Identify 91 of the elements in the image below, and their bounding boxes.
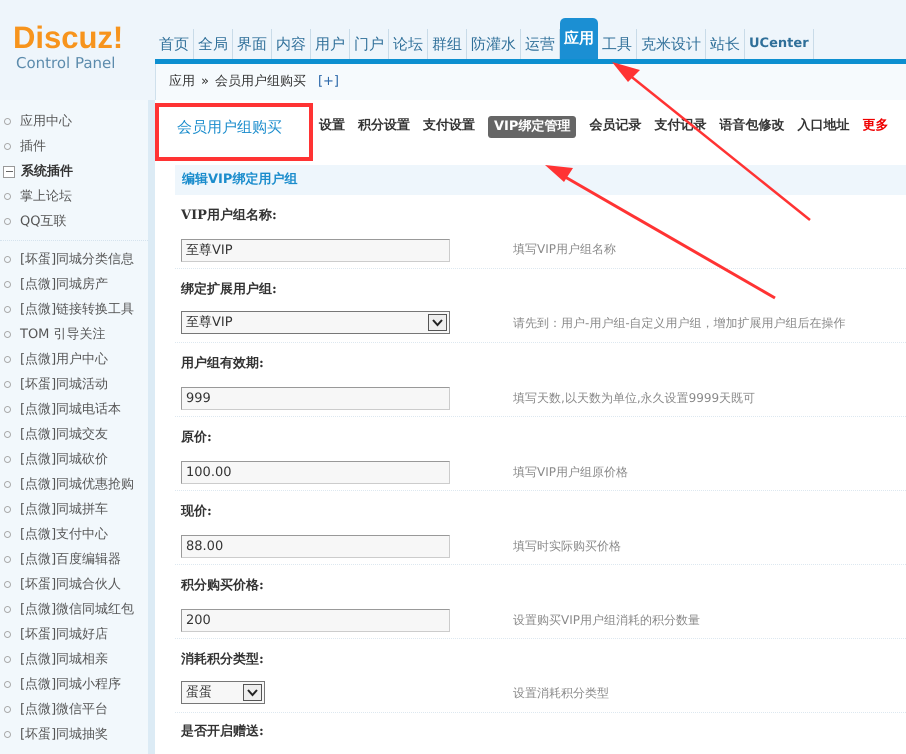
- tab[interactable]: 入口地址: [797, 116, 850, 136]
- field-hint: 请先到：用户-用户组-自定义用户组，增加扩展用户组后在操作: [513, 314, 846, 332]
- field-hint: 设置购买VIP用户组消耗的积分数量: [513, 612, 700, 628]
- field-hint: 设置消耗积分类型: [513, 684, 609, 702]
- bullet-icon: [4, 381, 11, 388]
- sidebar-item[interactable]: [点微]同城电话本: [20, 400, 122, 420]
- bullet-icon: [4, 356, 11, 363]
- sidebar-item[interactable]: [点微]同城房产: [20, 274, 108, 294]
- sidebar-item[interactable]: 插件: [20, 136, 46, 156]
- sidebar-item[interactable]: [坏蛋]同城好店: [20, 624, 108, 644]
- sidebar-item[interactable]: [点微]链接转换工具: [20, 300, 134, 320]
- field-hint: 填写时实际购买价格: [513, 538, 621, 554]
- field-label: 绑定扩展用户组:: [181, 280, 278, 300]
- bullet-icon: [4, 193, 11, 200]
- sidebar-item[interactable]: [点微]用户中心: [20, 350, 108, 370]
- tab[interactable]: 会员记录: [589, 116, 642, 136]
- sidebar-item[interactable]: [点微]同城砍价: [20, 450, 108, 470]
- sidebar-item[interactable]: [点微]同城相亲: [20, 650, 108, 670]
- add-link[interactable]: [+]: [318, 72, 340, 92]
- bullet-icon: [4, 306, 11, 313]
- sidebar-item[interactable]: [坏蛋]同城合伙人: [20, 574, 122, 594]
- bullet-icon: [4, 118, 11, 125]
- sidebar-item[interactable]: 应用中心: [20, 112, 72, 132]
- sidebar-item[interactable]: [点微]微信同城红包: [20, 600, 134, 620]
- breadcrumb-text: 应用: [169, 73, 195, 92]
- sidebar-item[interactable]: [点微]同城拼车: [20, 500, 108, 520]
- sidebar-item[interactable]: [点微]微信平台: [20, 700, 108, 720]
- bullet-icon: [4, 731, 11, 738]
- tab[interactable]: 设置: [319, 116, 345, 136]
- bullet-icon: [4, 218, 11, 225]
- bullet-icon: [4, 481, 11, 488]
- sidebar-item[interactable]: [坏蛋]同城分类信息: [20, 250, 134, 270]
- bullet-icon: [4, 431, 11, 438]
- field-label: 原价:: [181, 429, 213, 448]
- collapse-icon: [3, 166, 15, 178]
- bullet-icon: [4, 531, 11, 538]
- plugin-title: 会员用户组购买: [177, 117, 282, 138]
- select-field[interactable]: 蛋蛋: [181, 681, 265, 704]
- bullet-icon: [4, 631, 11, 638]
- sidebar-item[interactable]: [坏蛋]同城抽奖: [20, 724, 108, 744]
- bullet-icon: [4, 456, 11, 463]
- bullet-icon: [4, 506, 11, 513]
- sidebar-item[interactable]: QQ互联: [20, 212, 66, 232]
- sidebar-item[interactable]: [坏蛋]同城活动: [20, 374, 108, 394]
- field-label: 用户组有效期:: [181, 354, 265, 374]
- dropdown-caret-icon: [243, 684, 262, 701]
- field-hint: 填写天数,以天数为单位,永久设置9999天既可: [513, 390, 756, 406]
- sidebar-item[interactable]: [点微]支付中心: [20, 524, 108, 544]
- tab[interactable]: 支付设置: [423, 116, 475, 136]
- field-label: 消耗积分类型:: [181, 651, 265, 670]
- breadcrumb-text: 会员用户组购买: [214, 73, 306, 92]
- select-field[interactable]: 至尊VIP: [181, 311, 450, 334]
- sidebar-group[interactable]: 系统插件: [21, 162, 73, 182]
- input-field[interactable]: 200: [181, 609, 450, 632]
- bullet-icon: [4, 656, 11, 663]
- sidebar-item[interactable]: [点微]同城交友: [20, 424, 108, 444]
- tab[interactable]: 积分设置: [358, 116, 410, 136]
- breadcrumb-text: »: [201, 73, 209, 92]
- bullet-icon: [4, 556, 11, 563]
- input-field[interactable]: 至尊VIP: [181, 238, 450, 262]
- sidebar-item[interactable]: [点微]同城优惠抢购: [20, 474, 134, 494]
- tab[interactable]: 更多: [862, 116, 888, 136]
- bullet-icon: [4, 281, 11, 288]
- field-hint: 填写VIP用户组原价格: [513, 464, 628, 480]
- bullet-icon: [4, 143, 11, 150]
- bullet-icon: [4, 581, 11, 588]
- field-label: 是否开启赠送:: [181, 722, 265, 742]
- input-field[interactable]: 88.00: [181, 535, 450, 558]
- input-field[interactable]: 999: [181, 387, 450, 410]
- bullet-icon: [4, 406, 11, 413]
- dropdown-caret-icon: [428, 314, 447, 331]
- tab[interactable]: VIP绑定管理: [488, 116, 576, 138]
- sidebar-item[interactable]: [点微]同城小程序: [20, 674, 122, 694]
- tab[interactable]: 语音包修改: [719, 116, 784, 136]
- sidebar-item[interactable]: TOM 引导关注: [20, 324, 106, 344]
- bullet-icon: [4, 331, 11, 338]
- field-hint: 填写VIP用户组名称: [513, 241, 616, 258]
- bullet-icon: [4, 256, 11, 263]
- logo-title: Discuz!: [13, 22, 124, 54]
- section-title: 编辑VIP绑定用户组: [182, 170, 298, 190]
- field-label: 现价:: [181, 503, 213, 522]
- logo-subtitle: Control Panel: [15, 54, 116, 72]
- field-label: 积分购买价格:: [181, 577, 265, 596]
- field-label: VIP用户组名称:: [181, 206, 278, 226]
- input-field[interactable]: 100.00: [181, 461, 450, 484]
- nav-tab[interactable]: 应用: [560, 18, 598, 59]
- sidebar-item[interactable]: [点微]百度编辑器: [20, 550, 122, 570]
- bullet-icon: [4, 681, 11, 688]
- bullet-icon: [4, 706, 11, 713]
- bullet-icon: [4, 606, 11, 613]
- sidebar-item[interactable]: 掌上论坛: [20, 186, 72, 206]
